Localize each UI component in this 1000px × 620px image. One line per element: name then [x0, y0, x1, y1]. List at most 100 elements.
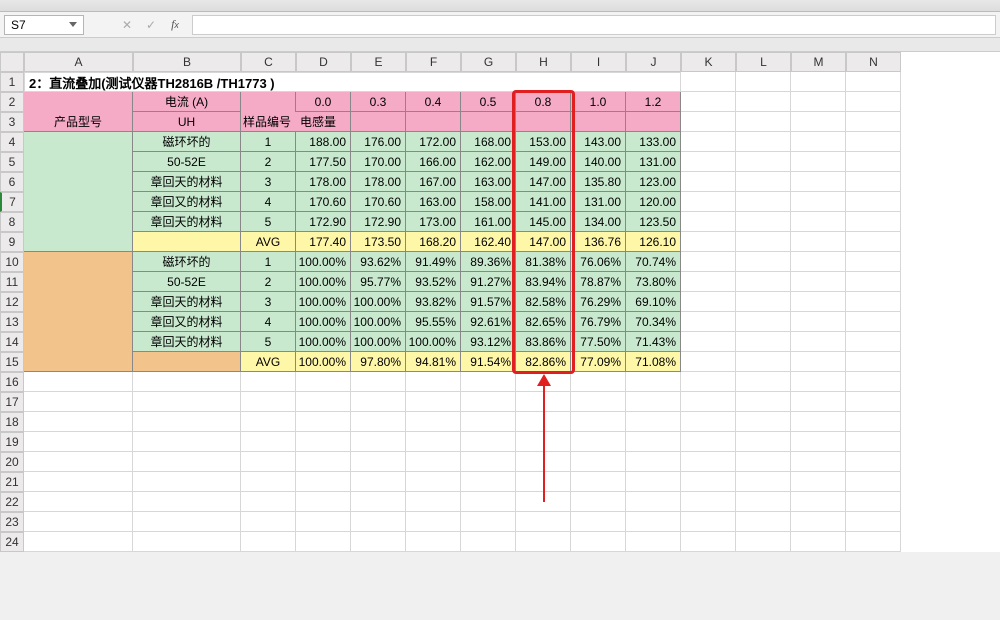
column-header-I[interactable]: I — [571, 52, 626, 72]
cell-F17[interactable] — [406, 392, 461, 412]
cell-I16[interactable] — [571, 372, 626, 392]
cell-K15[interactable] — [681, 352, 736, 372]
cell-K8[interactable] — [681, 212, 736, 232]
column-header-L[interactable]: L — [736, 52, 791, 72]
cell-B19[interactable] — [133, 432, 241, 452]
cell-D22[interactable] — [296, 492, 351, 512]
pct-1-3[interactable]: 91.27% — [461, 272, 516, 292]
val-4-1[interactable]: 172.90 — [351, 212, 406, 232]
avg-label[interactable]: AVG — [241, 232, 296, 252]
cell-E24[interactable] — [351, 532, 406, 552]
cell-L6[interactable] — [736, 172, 791, 192]
column-header-N[interactable]: N — [846, 52, 901, 72]
cell-L24[interactable] — [736, 532, 791, 552]
row-header-16[interactable]: 16 — [0, 372, 24, 392]
avg-6[interactable]: 126.10 — [626, 232, 681, 252]
cell-N4[interactable] — [846, 132, 901, 152]
val-0-5[interactable]: 143.00 — [571, 132, 626, 152]
cell-G22[interactable] — [461, 492, 516, 512]
val-1-6[interactable]: 131.00 — [626, 152, 681, 172]
material2-1[interactable]: 50-52E — [133, 272, 241, 292]
val-3-1[interactable]: 170.60 — [351, 192, 406, 212]
cell-K14[interactable] — [681, 332, 736, 352]
pct-3-1[interactable]: 100.00% — [351, 312, 406, 332]
cell-L2[interactable] — [736, 92, 791, 112]
cell-H19[interactable] — [516, 432, 571, 452]
cell-J16[interactable] — [626, 372, 681, 392]
avg-2[interactable]: 168.20 — [406, 232, 461, 252]
sampleno-3[interactable]: 4 — [241, 192, 296, 212]
avg-pct-4[interactable]: 82.86% — [516, 352, 571, 372]
cell-A21[interactable] — [24, 472, 133, 492]
cell-M13[interactable] — [791, 312, 846, 332]
row-header-23[interactable]: 23 — [0, 512, 24, 532]
pct-2-6[interactable]: 69.10% — [626, 292, 681, 312]
cell-N2[interactable] — [846, 92, 901, 112]
cell-K7[interactable] — [681, 192, 736, 212]
cell-L9[interactable] — [736, 232, 791, 252]
val-1-1[interactable]: 170.00 — [351, 152, 406, 172]
val-1-0[interactable]: 177.50 — [296, 152, 351, 172]
row-header-17[interactable]: 17 — [0, 392, 24, 412]
cell-M16[interactable] — [791, 372, 846, 392]
cell-F21[interactable] — [406, 472, 461, 492]
cell-I23[interactable] — [571, 512, 626, 532]
cell-I22[interactable] — [571, 492, 626, 512]
pct-2-5[interactable]: 76.29% — [571, 292, 626, 312]
cell-L1[interactable] — [736, 72, 791, 92]
row-header-5[interactable]: 5 — [0, 152, 24, 172]
cell-L8[interactable] — [736, 212, 791, 232]
cell-A17[interactable] — [24, 392, 133, 412]
cell-D20[interactable] — [296, 452, 351, 472]
column-header-K[interactable]: K — [681, 52, 736, 72]
cell-N24[interactable] — [846, 532, 901, 552]
cell-G19[interactable] — [461, 432, 516, 452]
cell-L10[interactable] — [736, 252, 791, 272]
avg-1[interactable]: 173.50 — [351, 232, 406, 252]
cell-K12[interactable] — [681, 292, 736, 312]
cell-K6[interactable] — [681, 172, 736, 192]
cell-M1[interactable] — [791, 72, 846, 92]
cell-H23[interactable] — [516, 512, 571, 532]
cell-N15[interactable] — [846, 352, 901, 372]
current-label[interactable]: 电流 (A) — [133, 92, 241, 112]
cell-M23[interactable] — [791, 512, 846, 532]
cell-E20[interactable] — [351, 452, 406, 472]
cell-L14[interactable] — [736, 332, 791, 352]
cell-D19[interactable] — [296, 432, 351, 452]
cell-B21[interactable] — [133, 472, 241, 492]
material-4[interactable]: 章回天的材料 — [133, 212, 241, 232]
pct-2-1[interactable]: 100.00% — [351, 292, 406, 312]
cell-N17[interactable] — [846, 392, 901, 412]
cell-L15[interactable] — [736, 352, 791, 372]
cell-K10[interactable] — [681, 252, 736, 272]
cell-D16[interactable] — [296, 372, 351, 392]
cell-A20[interactable] — [24, 452, 133, 472]
avg-pct-2[interactable]: 94.81% — [406, 352, 461, 372]
cell-L17[interactable] — [736, 392, 791, 412]
pct-0-6[interactable]: 70.74% — [626, 252, 681, 272]
val-3-6[interactable]: 120.00 — [626, 192, 681, 212]
row-header-15[interactable]: 15 — [0, 352, 24, 372]
material2-0[interactable]: 磁环坏的 — [133, 252, 241, 272]
cell-N7[interactable] — [846, 192, 901, 212]
cell-K17[interactable] — [681, 392, 736, 412]
cell-G24[interactable] — [461, 532, 516, 552]
row-header-18[interactable]: 18 — [0, 412, 24, 432]
sampleno-4[interactable]: 5 — [241, 212, 296, 232]
current-3[interactable]: 0.5 — [461, 92, 516, 112]
cell-C22[interactable] — [241, 492, 296, 512]
cell-A24[interactable] — [24, 532, 133, 552]
pct-2-3[interactable]: 91.57% — [461, 292, 516, 312]
pct-4-5[interactable]: 77.50% — [571, 332, 626, 352]
pct-4-2[interactable]: 100.00% — [406, 332, 461, 352]
row3-pad-5[interactable] — [571, 112, 626, 132]
row-header-7[interactable]: 7 — [0, 192, 24, 212]
val-2-3[interactable]: 163.00 — [461, 172, 516, 192]
material2-4[interactable]: 章回天的材料 — [133, 332, 241, 352]
cell-H21[interactable] — [516, 472, 571, 492]
cell-J22[interactable] — [626, 492, 681, 512]
column-header-A[interactable]: A — [24, 52, 133, 72]
column-header-D[interactable]: D — [296, 52, 351, 72]
pct-1-0[interactable]: 100.00% — [296, 272, 351, 292]
